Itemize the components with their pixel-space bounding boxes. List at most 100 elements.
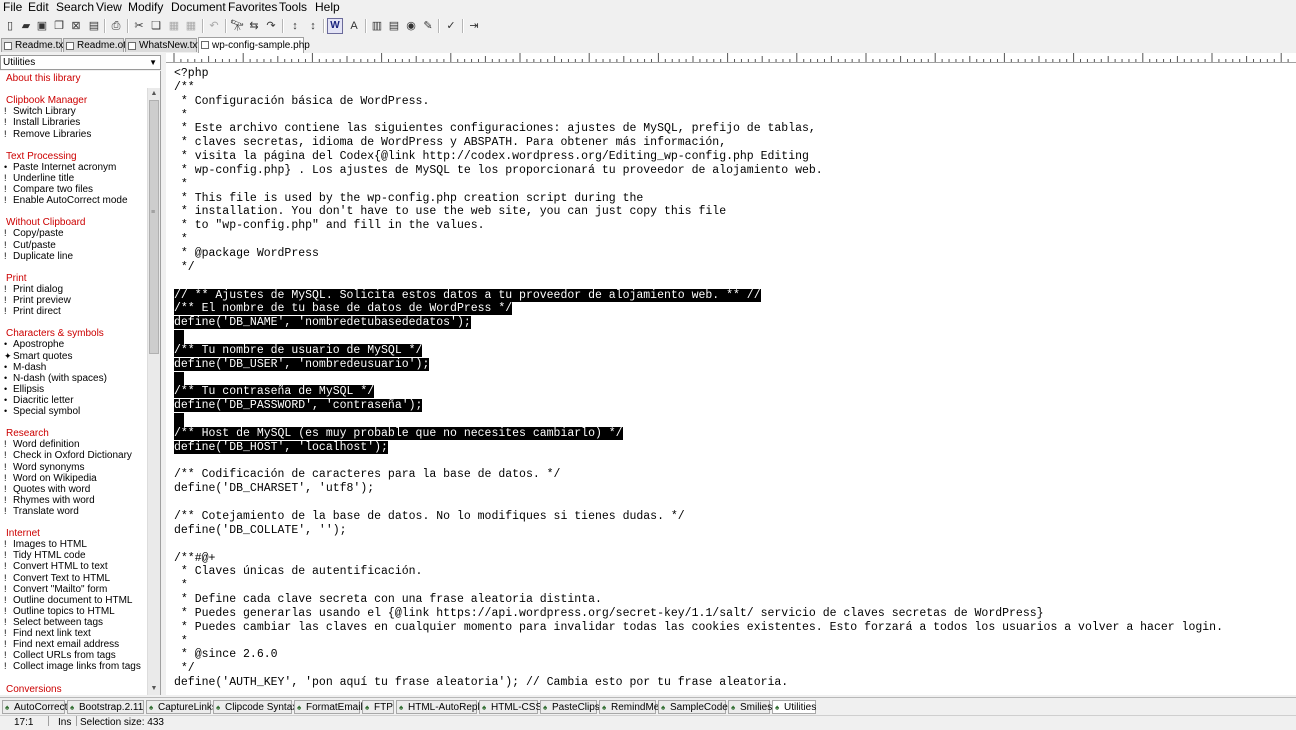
paste-icon[interactable]: ▦ <box>166 18 182 34</box>
library-section-title[interactable]: Print <box>6 273 27 284</box>
library-tab[interactable]: ♠ HTML-CSS <box>479 700 542 714</box>
library-clip-item[interactable]: ! Install Libraries <box>4 117 80 128</box>
library-clip-item[interactable]: • M-dash <box>4 362 46 373</box>
library-tab[interactable]: ♠ SampleCode <box>658 700 728 714</box>
web-icon[interactable]: ◉ <box>403 18 419 34</box>
library-clip-item[interactable]: ! Convert "Mailto" form <box>4 584 107 595</box>
library-clip-item[interactable]: ✦Smart quotes <box>4 351 72 362</box>
library-clip-item[interactable]: ! Translate word <box>4 506 79 517</box>
library-clip-item[interactable]: • Diacritic letter <box>4 395 74 406</box>
menu-search[interactable]: Search <box>56 0 94 15</box>
library-clip-item[interactable]: ! Print dialog <box>4 284 63 295</box>
library-clip-item[interactable]: ! Print direct <box>4 306 61 317</box>
library-tab[interactable]: ♠ PasteClips <box>540 700 600 714</box>
tab-readme-txt[interactable]: Readme.txt <box>1 38 66 52</box>
library-clip-item[interactable]: ! Images to HTML <box>4 539 87 550</box>
cut-icon[interactable]: ✂ <box>131 18 147 34</box>
library-clip-item[interactable]: ! Find next email address <box>4 639 119 650</box>
library-clip-item[interactable]: ! Cut/paste <box>4 240 56 251</box>
library-scrollbar[interactable]: ▲ ≡ ▼ <box>147 88 160 695</box>
spell-check-icon[interactable]: ✓ <box>443 18 459 34</box>
library-clip-item[interactable]: ! Rhymes with word <box>4 495 95 506</box>
save-icon[interactable]: ▣ <box>34 18 50 34</box>
library-clip-item[interactable]: ! Switch Library <box>4 106 76 117</box>
menu-edit[interactable]: Edit <box>28 0 49 15</box>
clipboard-icon[interactable]: ▤ <box>86 18 102 34</box>
library-section-title[interactable]: Without Clipboard <box>6 217 85 228</box>
library-tab[interactable]: ♠ FormatEmail <box>294 700 363 714</box>
library-clip-item[interactable]: ! Convert Text to HTML <box>4 573 110 584</box>
library-tab[interactable]: ♠ FTP <box>362 700 394 714</box>
library-tab[interactable]: ♠ Smilies <box>728 700 772 714</box>
exit-icon[interactable]: ⇥ <box>466 18 482 34</box>
save-all-icon[interactable]: ❐ <box>51 18 67 34</box>
library-tab[interactable]: ♠ Utilities <box>772 700 816 714</box>
library-section-title[interactable]: About this library <box>6 73 80 84</box>
library-clip-item[interactable]: ! Select between tags <box>4 617 103 628</box>
scroll-thumb[interactable] <box>149 100 159 354</box>
library-clip-item[interactable]: ! Tidy HTML code <box>4 550 86 561</box>
library-section-title[interactable]: Conversions <box>6 684 62 695</box>
menu-view[interactable]: View <box>96 0 122 15</box>
find-next-icon[interactable]: ↷ <box>263 18 279 34</box>
menu-document[interactable]: Document <box>171 0 226 15</box>
tab-readme-otl[interactable]: Readme.otl <box>63 38 128 52</box>
library-icon[interactable]: ▥ <box>369 18 385 34</box>
library-clip-item[interactable]: • Ellipsis <box>4 384 44 395</box>
library-select[interactable]: Utilities ▼ <box>0 55 161 70</box>
paste-special-icon[interactable]: ▦ <box>183 18 199 34</box>
library-clip-item[interactable]: ! Print preview <box>4 295 71 306</box>
copy-icon[interactable]: ❏ <box>148 18 164 34</box>
font-size-icon[interactable]: A <box>346 18 362 34</box>
library-section-title[interactable]: Clipbook Manager <box>6 95 87 106</box>
library-clip-item[interactable]: ! Word on Wikipedia <box>4 473 97 484</box>
library-clip-item[interactable]: ! Remove Libraries <box>4 129 91 140</box>
clipbook-icon[interactable]: ▤ <box>386 18 402 34</box>
library-tab[interactable]: ♠ Clipcode Syntax <box>213 700 297 714</box>
find-replace-icon[interactable]: ⇆ <box>246 18 262 34</box>
library-clip-item[interactable]: ! Underline title <box>4 173 74 184</box>
library-clip-item[interactable]: ! Word synonyms <box>4 462 85 473</box>
library-tab[interactable]: ♠ Bootstrap.2.11 <box>67 700 144 714</box>
library-clip-item[interactable]: ! Word definition <box>4 439 80 450</box>
library-section-title[interactable]: Characters & symbols <box>6 328 104 339</box>
menu-tools[interactable]: Tools <box>279 0 307 15</box>
library-clip-item[interactable]: ! Outline topics to HTML <box>4 606 115 617</box>
new-icon[interactable]: ▯ <box>2 18 18 34</box>
library-section-title[interactable]: Text Processing <box>6 151 77 162</box>
word-wrap-icon[interactable]: W <box>327 18 343 34</box>
library-section-title[interactable]: Research <box>6 428 49 439</box>
library-tab[interactable]: ♠ RemindMe <box>599 700 659 714</box>
library-clip-item[interactable]: ! Enable AutoCorrect mode <box>4 195 128 206</box>
menu-favorites[interactable]: Favorites <box>228 0 277 15</box>
menu-file[interactable]: File <box>3 0 22 15</box>
library-tab[interactable]: ♠ AutoCorrect <box>2 700 67 714</box>
library-clip-item[interactable]: ! Quotes with word <box>4 484 90 495</box>
library-clip-item[interactable]: • Special symbol <box>4 406 80 417</box>
library-tab[interactable]: ♠ HTML-AutoReplace <box>396 700 496 714</box>
tab-wp-config-sample[interactable]: wp-config-sample.php <box>198 37 310 53</box>
library-clip-item[interactable]: ! Convert HTML to text <box>4 561 108 572</box>
undo-icon[interactable]: ↶ <box>206 18 222 34</box>
tab-whatsnew-txt[interactable]: WhatsNew.txt <box>125 38 200 52</box>
text-editor[interactable]: <?php/** * Configuración básica de WordP… <box>166 63 1296 695</box>
scroll-down-icon[interactable]: ▼ <box>148 683 160 695</box>
library-clip-item[interactable]: • Apostrophe <box>4 339 64 350</box>
library-clip-item[interactable]: • N-dash (with spaces) <box>4 373 107 384</box>
sort-descending-icon[interactable]: ↕ <box>305 18 321 34</box>
menu-modify[interactable]: Modify <box>128 0 163 15</box>
edit-icon[interactable]: ✎ <box>420 18 436 34</box>
print-icon[interactable]: ⎙ <box>108 18 124 34</box>
open-icon[interactable]: ▰ <box>18 18 34 34</box>
library-clip-item[interactable]: ! Compare two files <box>4 184 93 195</box>
library-clip-item[interactable]: ! Outline document to HTML <box>4 595 133 606</box>
library-section-title[interactable]: Internet <box>6 528 40 539</box>
library-clip-item[interactable]: • Paste Internet acronym <box>4 162 116 173</box>
library-clip-item[interactable]: ! Collect image links from tags <box>4 661 141 672</box>
library-clip-item[interactable]: ! Duplicate line <box>4 251 73 262</box>
library-clip-item[interactable]: ! Collect URLs from tags <box>4 650 116 661</box>
menu-help[interactable]: Help <box>315 0 340 15</box>
find-icon[interactable]: 🔭︎ <box>229 18 245 34</box>
library-clip-item[interactable]: ! Find next link text <box>4 628 91 639</box>
library-clip-item[interactable]: ! Copy/paste <box>4 228 64 239</box>
